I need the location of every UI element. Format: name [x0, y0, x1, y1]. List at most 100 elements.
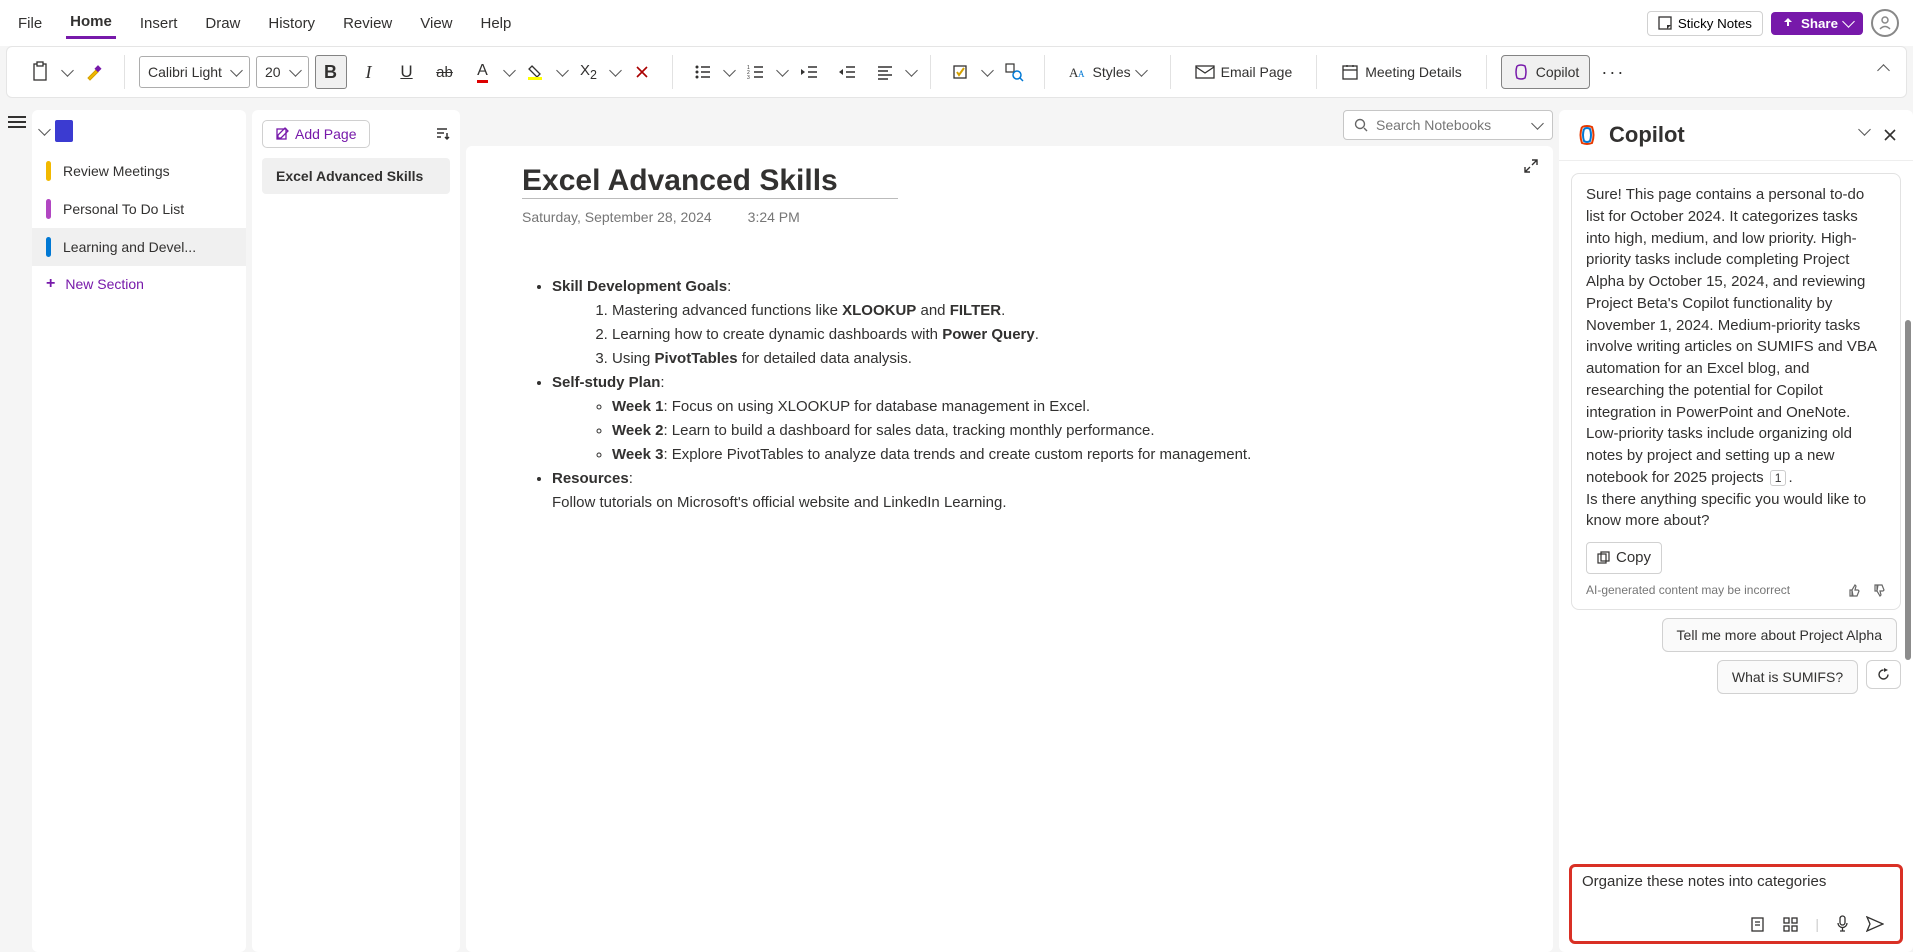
clear-formatting-button[interactable] [626, 55, 658, 89]
highlight-button[interactable] [520, 55, 552, 89]
heading-study-plan: Self-study Plan [552, 374, 660, 391]
menu-help[interactable]: Help [477, 9, 516, 38]
chevron-down-icon[interactable] [723, 64, 736, 77]
chevron-down-icon[interactable] [609, 64, 622, 77]
menu-draw[interactable]: Draw [201, 9, 244, 38]
menu-home[interactable]: Home [66, 7, 116, 39]
add-page-button[interactable]: Add Page [262, 120, 370, 148]
bold-button[interactable]: B [315, 55, 347, 89]
note-content[interactable]: Skill Development Goals: Mastering advan… [522, 275, 1497, 515]
text-bold: XLOOKUP [842, 302, 916, 319]
copy-button[interactable]: Copy [1586, 542, 1662, 574]
chevron-down-icon[interactable] [776, 64, 789, 77]
strikethrough-button[interactable]: ab [429, 55, 461, 89]
chevron-down-icon[interactable] [503, 64, 516, 77]
copilot-icon [1512, 63, 1530, 81]
note-canvas[interactable]: Excel Advanced Skills Saturday, Septembe… [466, 146, 1553, 952]
copilot-followup: Is there anything specific you would lik… [1586, 491, 1866, 530]
text: : Learn to build a dashboard for sales d… [663, 422, 1154, 439]
chevron-down-icon [38, 123, 51, 136]
suggestion-project-alpha[interactable]: Tell me more about Project Alpha [1662, 618, 1897, 652]
sticky-notes-button[interactable]: Sticky Notes [1647, 11, 1763, 36]
search-notebooks-input[interactable]: Search Notebooks [1343, 110, 1553, 140]
search-placeholder: Search Notebooks [1376, 117, 1491, 133]
chevron-down-icon [230, 64, 243, 77]
section-color-icon [46, 237, 51, 257]
svg-text:3: 3 [747, 75, 750, 80]
page-item-excel-advanced[interactable]: Excel Advanced Skills [262, 158, 450, 194]
menu-view[interactable]: View [416, 9, 456, 38]
section-review-meetings[interactable]: Review Meetings [32, 152, 246, 190]
menu-review[interactable]: Review [339, 9, 396, 38]
share-button[interactable]: Share [1771, 12, 1863, 35]
notebook-header[interactable] [32, 116, 246, 152]
text: . [1001, 302, 1005, 319]
styles-label: Styles [1093, 64, 1131, 80]
copilot-input[interactable]: Organize these notes into categories | [1569, 864, 1903, 944]
copilot-message: Sure! This page contains a personal to-d… [1571, 173, 1901, 610]
user-avatar[interactable] [1871, 9, 1899, 37]
text: : Focus on using XLOOKUP for database ma… [663, 398, 1090, 415]
prompt-gallery-icon[interactable] [1782, 916, 1799, 933]
email-page-button[interactable]: Email Page [1185, 55, 1303, 89]
menu-history[interactable]: History [264, 9, 319, 38]
share-label: Share [1801, 16, 1838, 31]
ribbon-more-button[interactable]: ··· [1596, 55, 1630, 89]
bullets-button[interactable] [687, 55, 719, 89]
ai-disclaimer: AI-generated content may be incorrect [1586, 582, 1790, 599]
menu-file[interactable]: File [14, 9, 46, 38]
microphone-icon[interactable] [1835, 915, 1850, 933]
indent-button[interactable] [831, 55, 863, 89]
section-color-icon [46, 161, 51, 181]
notebook-icon [55, 120, 73, 142]
copilot-ribbon-button[interactable]: Copilot [1501, 55, 1591, 89]
align-button[interactable] [869, 55, 901, 89]
collapse-ribbon-icon[interactable] [1877, 64, 1890, 77]
chevron-down-icon[interactable] [61, 64, 74, 77]
numbering-button[interactable]: 123 [740, 55, 772, 89]
menu-insert[interactable]: Insert [136, 9, 182, 38]
text: for detailed data analysis. [738, 350, 912, 367]
notebook-context-icon[interactable] [1749, 916, 1766, 933]
chevron-down-icon[interactable] [905, 64, 918, 77]
font-color-button[interactable]: A [467, 55, 499, 89]
svg-text:A: A [1078, 69, 1085, 79]
italic-button[interactable]: I [353, 55, 385, 89]
thumbs-down-icon[interactable] [1871, 583, 1886, 598]
expand-icon[interactable] [1523, 158, 1539, 174]
chevron-down-icon[interactable] [556, 64, 569, 77]
mail-icon [1195, 64, 1215, 80]
text-bold: Week 3 [612, 446, 663, 463]
outdent-button[interactable] [793, 55, 825, 89]
page-title[interactable]: Excel Advanced Skills [522, 164, 898, 199]
chevron-down-icon[interactable] [981, 64, 994, 77]
copy-label: Copy [1616, 547, 1651, 569]
section-personal-todo[interactable]: Personal To Do List [32, 190, 246, 228]
refresh-suggestions-button[interactable] [1866, 660, 1901, 689]
heading-resources: Resources [552, 470, 629, 487]
section-learning-development[interactable]: Learning and Devel... [32, 228, 246, 266]
font-name-select[interactable]: Calibri Light [139, 56, 250, 88]
refresh-icon [1876, 667, 1891, 682]
styles-button[interactable]: AA Styles [1059, 55, 1156, 89]
format-painter-button[interactable] [78, 55, 110, 89]
reference-badge[interactable]: 1 [1770, 470, 1787, 486]
suggestion-sumifs[interactable]: What is SUMIFS? [1717, 660, 1858, 694]
copilot-input-text[interactable]: Organize these notes into categories [1582, 873, 1890, 911]
tag-button[interactable] [945, 55, 977, 89]
thumbs-up-icon[interactable] [1846, 583, 1861, 598]
calendar-icon [1341, 63, 1359, 81]
subscript-button[interactable]: X2 [573, 55, 605, 89]
new-section-button[interactable]: + New Section [32, 266, 246, 302]
close-icon[interactable] [1883, 128, 1897, 142]
font-size-select[interactable]: 20 [256, 56, 309, 88]
paste-button[interactable] [25, 55, 57, 89]
scrollbar-thumb[interactable] [1905, 320, 1911, 660]
hamburger-button[interactable] [8, 116, 26, 952]
find-tags-button[interactable] [998, 55, 1030, 89]
underline-button[interactable]: U [391, 55, 423, 89]
meeting-details-button[interactable]: Meeting Details [1331, 55, 1472, 89]
send-icon[interactable] [1866, 916, 1884, 932]
sort-icon[interactable] [434, 126, 450, 142]
chevron-down-icon[interactable] [1858, 123, 1871, 136]
